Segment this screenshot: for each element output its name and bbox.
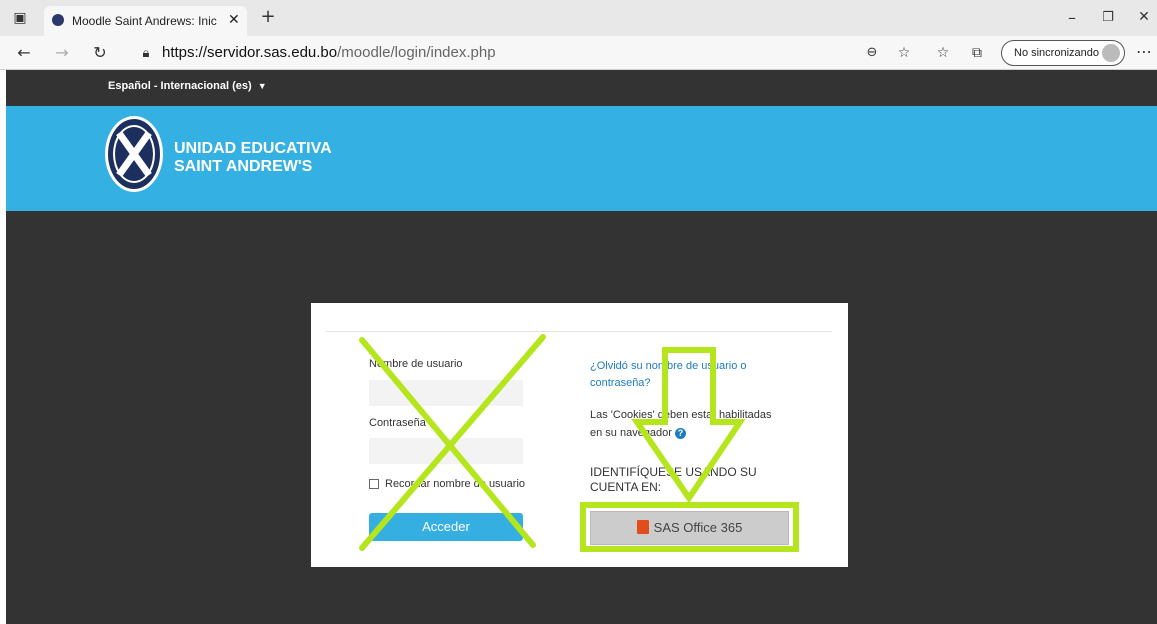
lock-icon[interactable]: 🔒︎ bbox=[136, 44, 156, 64]
sync-label: No sincronizando bbox=[1014, 47, 1099, 59]
language-label: Español - Internacional (es) bbox=[108, 80, 252, 92]
language-selector[interactable]: Español - Internacional (es) ▼ bbox=[108, 80, 267, 92]
login-button[interactable]: Acceder bbox=[369, 513, 523, 541]
browser-tab[interactable]: Moodle Saint Andrews: Iniciar se ✕ bbox=[44, 6, 247, 36]
forgot-password-link[interactable]: ¿Olvidó su nombre de usuario o contraseñ… bbox=[590, 358, 770, 392]
caret-down-icon: ▼ bbox=[257, 81, 267, 91]
browser-toolbar: ← → ↻ 🔒︎ https://servidor.sas.edu.bo/moo… bbox=[0, 36, 1157, 70]
cookies-note: Las 'Cookies' deben estar habilitadas en… bbox=[590, 406, 780, 442]
url-domain: https://servidor.sas.edu.bo bbox=[162, 44, 338, 61]
new-tab-icon[interactable]: + bbox=[258, 7, 278, 27]
remember-label[interactable]: Recordar nombre de usuario bbox=[385, 478, 525, 490]
address-bar[interactable]: https://servidor.sas.edu.bo/moodle/login… bbox=[162, 41, 932, 65]
username-label: Nombre de usuario bbox=[369, 358, 463, 370]
help-icon[interactable]: ? bbox=[675, 428, 687, 439]
tab-favicon bbox=[52, 14, 64, 26]
restore-icon[interactable]: ❐ bbox=[1098, 8, 1118, 28]
minimize-icon[interactable]: – bbox=[1062, 8, 1082, 28]
tab-title: Moodle Saint Andrews: Iniciar se bbox=[72, 14, 217, 28]
school-name-line2: SAINT ANDREW'S bbox=[174, 158, 313, 175]
refresh-icon[interactable]: ↻ bbox=[90, 43, 110, 63]
remember-checkbox[interactable] bbox=[369, 479, 379, 489]
more-icon[interactable]: ⋯ bbox=[1134, 42, 1154, 62]
forward-icon[interactable]: → bbox=[52, 43, 72, 63]
collections-icon[interactable]: ⧉ bbox=[967, 43, 987, 63]
school-name-line1: UNIDAD EDUCATIVA bbox=[174, 140, 332, 157]
tab-close-icon[interactable]: ✕ bbox=[228, 11, 240, 28]
username-input[interactable] bbox=[369, 380, 523, 406]
profile-sync-button[interactable]: No sincronizando bbox=[1001, 40, 1125, 66]
url-path: /moodle/login/index.php bbox=[337, 44, 496, 61]
card-divider bbox=[326, 331, 832, 332]
site-top-nav: Español - Internacional (es) ▼ bbox=[6, 70, 1157, 106]
profile-avatar-icon bbox=[1102, 44, 1120, 62]
browser-menu-icon[interactable]: ▣ bbox=[10, 8, 30, 28]
office365-label: SAS Office 365 bbox=[653, 520, 743, 535]
zoom-icon[interactable]: ⊖ bbox=[862, 43, 882, 63]
school-name: UNIDAD EDUCATIVA SAINT ANDREW'S bbox=[174, 140, 332, 176]
back-icon[interactable]: ← bbox=[14, 43, 34, 63]
password-input[interactable] bbox=[369, 438, 523, 464]
school-crest-logo[interactable] bbox=[103, 114, 165, 194]
add-favorite-icon[interactable]: ☆ bbox=[894, 43, 914, 63]
password-label: Contraseña bbox=[369, 417, 426, 429]
office365-login-button[interactable]: SAS Office 365 bbox=[590, 511, 789, 545]
close-icon[interactable]: ✕ bbox=[1134, 7, 1154, 27]
browser-tab-bar: ▣ Moodle Saint Andrews: Iniciar se ✕ + –… bbox=[0, 0, 1157, 36]
identify-heading: IDENTIFÍQUESE USANDO SU CUENTA EN: bbox=[590, 465, 757, 494]
office-icon bbox=[636, 520, 649, 534]
favorites-icon[interactable]: ☆ bbox=[933, 43, 953, 63]
